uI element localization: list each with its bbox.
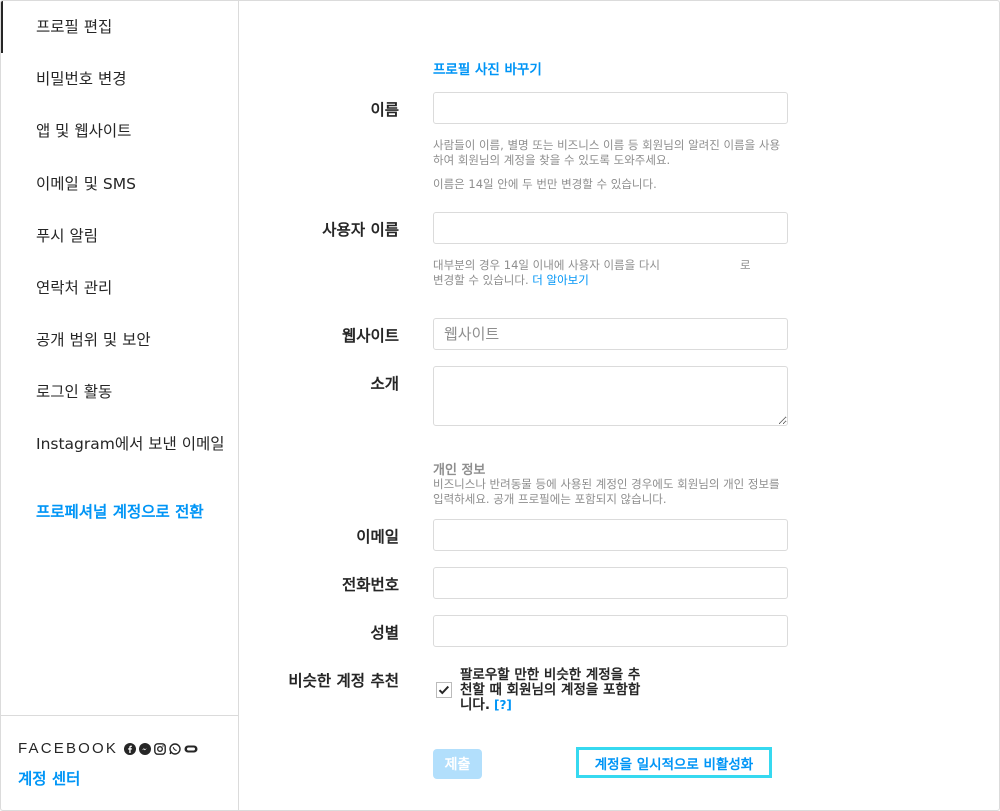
sidebar-item-apps-websites[interactable]: 앱 및 웹사이트 [1,121,238,141]
personal-info-title: 개인 정보 [433,463,486,478]
facebook-wordmark: FACEBOOK [18,740,119,757]
messenger-icon [139,742,152,755]
name-change-limit-text: 이름은 14일 안에 두 번만 변경할 수 있습니다. [433,177,657,191]
similar-accounts-text: 팔로우할 만한 비슷한 계정을 추천할 때 회원님의 계정을 포함합니다. [?] [460,667,641,713]
similar-accounts-label: 비슷한 계정 추천 [288,672,399,690]
sidebar-divider [1,715,238,716]
website-label: 웹사이트 [341,327,399,345]
sidebar-item-login-activity[interactable]: 로그인 활동 [1,382,238,402]
phone-input[interactable] [433,567,788,599]
sidebar-item-change-password[interactable]: 비밀번호 변경 [1,69,238,89]
phone-label: 전화번호 [341,576,399,594]
gender-label: 성별 [370,624,399,642]
instagram-icon [154,742,167,755]
whatsapp-icon [169,742,181,755]
change-profile-photo-link[interactable]: 프로필 사진 바꾸기 [433,58,542,78]
sidebar-item-emails-from-instagram[interactable]: Instagram에서 보낸 이메일 [1,434,226,454]
settings-window: 프로필 편집 비밀번호 변경 앱 및 웹사이트 이메일 및 SMS 푸시 알림 … [0,0,1000,811]
sidebar-item-contacts[interactable]: 연락처 관리 [1,278,238,298]
help-link[interactable]: [?] [494,698,512,712]
username-help-text: 대부분의 경우 14일 이내에 사용자 이름을 다시 로 변경할 수 있습니다. … [433,258,751,287]
learn-more-link[interactable]: 더 알아보기 [532,273,589,287]
portal-icon [184,745,198,752]
facebook-icon [124,742,137,755]
name-help-text: 사람들이 이름, 별명 또는 비즈니스 이름 등 회원님의 알려진 이름을 사용… [433,138,781,167]
checkmark-icon [438,685,450,695]
submit-button[interactable]: 제출 [433,749,482,779]
sidebar-item-push-notifications[interactable]: 푸시 알림 [1,226,238,246]
username-input[interactable] [433,212,788,244]
deactivate-account-button[interactable]: 계정을 일시적으로 비활성화 [576,747,772,778]
account-center-link[interactable]: 계정 센터 [18,767,80,789]
name-input[interactable] [433,92,788,124]
gender-input[interactable] [433,615,788,647]
website-input[interactable] [433,318,788,350]
username-label: 사용자 이름 [322,221,399,239]
bio-label: 소개 [370,375,399,393]
name-label: 이름 [370,101,399,119]
sidebar-item-edit-profile[interactable]: 프로필 편집 [1,1,238,53]
email-input[interactable] [433,519,788,551]
personal-info-help: 비즈니스나 반려동물 등에 사용된 계정인 경우에도 회원님의 개인 정보를 입… [433,477,780,506]
bio-textarea[interactable] [433,366,788,426]
sidebar-item-email-sms[interactable]: 이메일 및 SMS [1,174,238,194]
sidebar-item-switch-professional[interactable]: 프로페셔널 계정으로 전환 [1,502,238,522]
settings-sidebar: 프로필 편집 비밀번호 변경 앱 및 웹사이트 이메일 및 SMS 푸시 알림 … [1,1,239,810]
similar-accounts-checkbox[interactable] [436,682,452,698]
email-label: 이메일 [356,528,399,546]
sidebar-item-privacy-security[interactable]: 공개 범위 및 보안 [1,330,238,350]
facebook-row: FACEBOOK [18,740,198,757]
